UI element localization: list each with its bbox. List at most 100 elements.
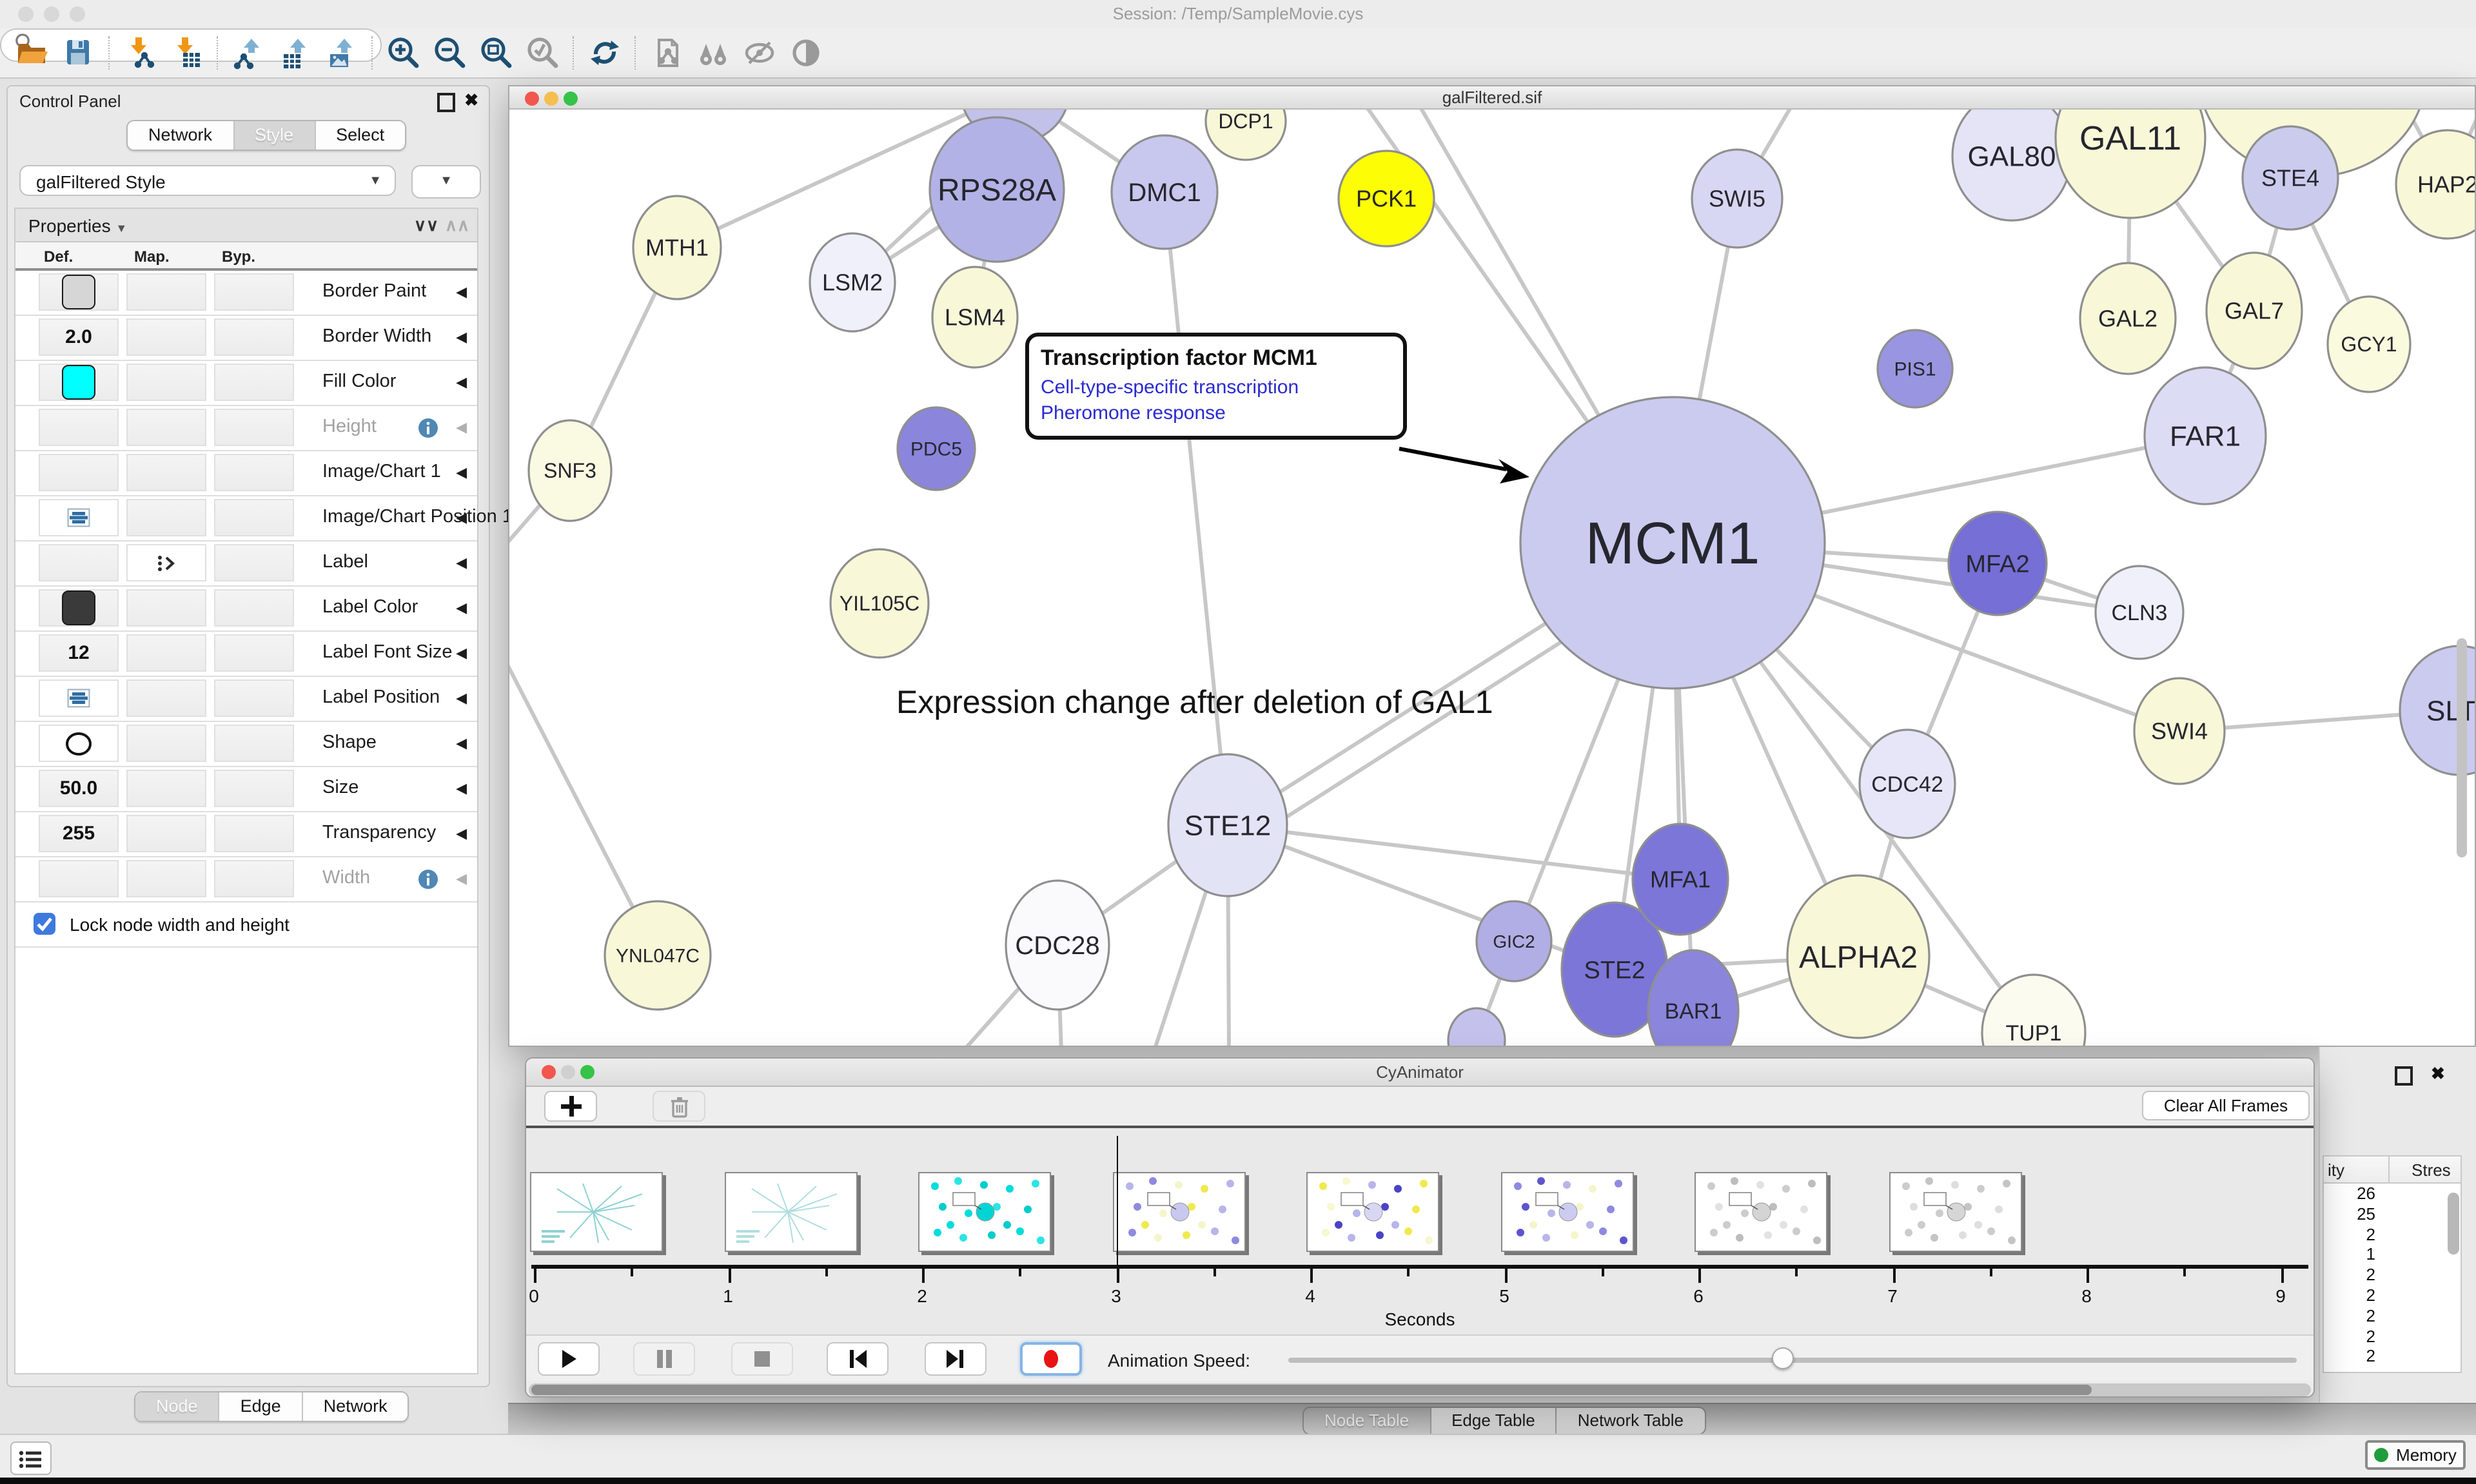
mapping-cell[interactable]	[126, 364, 206, 401]
bypass-cell[interactable]	[214, 634, 294, 672]
property-row-transparency[interactable]: 255Transparency◀	[15, 812, 477, 857]
frame-thumbnail-7[interactable]	[1889, 1172, 2021, 1252]
style-selector[interactable]: galFiltered Style ▼	[19, 165, 396, 196]
lock-checkbox[interactable]	[34, 913, 55, 935]
delete-frame-button[interactable]	[653, 1091, 705, 1122]
expand-row-icon[interactable]: ◀	[456, 554, 467, 571]
table-cell-value[interactable]: 2	[2324, 1265, 2461, 1285]
expand-row-icon[interactable]: ◀	[456, 600, 467, 616]
table-body[interactable]: 26252122222	[2323, 1184, 2462, 1373]
default-value-cell[interactable]	[39, 679, 119, 717]
mapping-cell[interactable]	[126, 544, 206, 581]
maximize-window-icon[interactable]	[564, 91, 578, 105]
mapping-cell[interactable]	[126, 679, 206, 717]
expand-row-icon[interactable]: ◀	[456, 825, 467, 842]
expand-row-icon[interactable]: ◀	[456, 284, 467, 300]
table-cell-value[interactable]: 2	[2324, 1224, 2461, 1245]
table-cell-value[interactable]: 25	[2324, 1204, 2461, 1225]
zoom-selected-button[interactable]	[524, 35, 562, 71]
export-table-button[interactable]	[276, 35, 315, 71]
zoom-in-button[interactable]	[384, 35, 423, 71]
zoom-fit-button[interactable]	[477, 35, 516, 71]
default-value-cell[interactable]	[39, 499, 119, 536]
mapping-cell[interactable]	[126, 273, 206, 311]
close-window-icon[interactable]	[525, 91, 539, 105]
bypass-cell[interactable]	[214, 589, 294, 627]
mapping-cell[interactable]	[126, 318, 206, 356]
tab-network[interactable]: Network	[128, 121, 234, 150]
float-panel-icon[interactable]	[2395, 1066, 2413, 1086]
expand-row-icon[interactable]: ◀	[456, 690, 467, 707]
tab-select[interactable]: Select	[315, 121, 405, 150]
import-network-button[interactable]	[121, 35, 160, 71]
import-table-button[interactable]	[168, 35, 206, 71]
bypass-cell[interactable]	[214, 544, 294, 581]
expand-row-icon[interactable]: ◀	[456, 509, 467, 526]
lock-size-row[interactable]: Lock node width and height	[15, 903, 477, 948]
table-cell-value[interactable]: 1	[2324, 1245, 2461, 1265]
collapse-all-icon[interactable]: ∧∧	[445, 215, 469, 236]
maximize-window-icon[interactable]	[70, 6, 85, 22]
export-network-button[interactable]	[230, 35, 268, 71]
open-session-button[interactable]	[13, 35, 52, 71]
default-value-cell[interactable]: 50.0	[39, 770, 119, 807]
float-panel-icon[interactable]	[437, 93, 455, 112]
mapping-cell[interactable]	[126, 815, 206, 852]
frame-thumbnail-6[interactable]	[1695, 1172, 1827, 1252]
property-row-image-chart-position-1[interactable]: Image/Chart Position 1◀	[15, 496, 477, 542]
property-row-label-font-size[interactable]: 12Label Font Size◀	[15, 632, 477, 677]
export-image-button[interactable]	[322, 35, 361, 71]
bypass-cell[interactable]	[214, 815, 294, 852]
record-button[interactable]	[1020, 1342, 1082, 1376]
table-cell-value[interactable]: 26	[2324, 1184, 2461, 1204]
mapping-cell[interactable]	[126, 589, 206, 627]
mapping-cell[interactable]	[126, 634, 206, 672]
frame-thumbnail-5[interactable]	[1500, 1172, 1633, 1252]
bypass-cell[interactable]	[214, 725, 294, 762]
frame-thumbnail-3[interactable]	[1112, 1172, 1245, 1252]
default-value-cell[interactable]: 255	[39, 815, 119, 852]
speed-slider-handle[interactable]	[1772, 1347, 1794, 1369]
property-row-image-chart-1[interactable]: Image/Chart 1◀	[15, 451, 477, 496]
mapping-cell[interactable]	[126, 454, 206, 491]
network-vertical-scrollbar[interactable]	[2457, 638, 2467, 857]
annotation-box[interactable]: Transcription factor MCM1 Cell-type-spec…	[1025, 333, 1407, 439]
expand-row-icon[interactable]: ◀	[456, 329, 467, 346]
network-node-smallclip[interactable]	[1448, 1008, 1505, 1046]
bypass-cell[interactable]	[214, 860, 294, 897]
table-cell-value[interactable]: 2	[2324, 1347, 2461, 1367]
timeline-scrollbar-thumb[interactable]	[531, 1385, 2092, 1395]
tab-edge[interactable]: Edge	[220, 1392, 303, 1421]
network-edge[interactable]	[1164, 192, 1228, 825]
playhead[interactable]	[1116, 1136, 1118, 1267]
mapping-cell[interactable]	[126, 725, 206, 762]
next-frame-button[interactable]	[925, 1342, 987, 1376]
close-window-icon[interactable]	[18, 6, 34, 22]
default-value-cell[interactable]	[39, 860, 119, 897]
table-cell-value[interactable]: 2	[2324, 1306, 2461, 1327]
bypass-cell[interactable]	[214, 454, 294, 491]
expand-all-icon[interactable]: ∨∨	[414, 215, 438, 236]
tab-edge-table[interactable]: Edge Table	[1431, 1408, 1557, 1434]
bypass-cell[interactable]	[214, 499, 294, 536]
default-value-cell[interactable]	[39, 454, 119, 491]
maximize-window-icon[interactable]	[580, 1065, 594, 1079]
bypass-cell[interactable]	[214, 770, 294, 807]
expand-row-icon[interactable]: ◀	[456, 419, 467, 436]
add-frame-button[interactable]	[544, 1091, 597, 1122]
property-row-fill-color[interactable]: Fill Color◀	[15, 361, 477, 406]
annotation-link-1[interactable]: Cell-type-specific transcription	[1041, 375, 1391, 401]
close-panel-icon[interactable]: ✖	[464, 92, 478, 108]
default-value-cell[interactable]: 12	[39, 634, 119, 672]
tab-style[interactable]: Style	[234, 121, 315, 150]
bypass-cell[interactable]	[214, 409, 294, 446]
expand-row-icon[interactable]: ◀	[456, 735, 467, 752]
bypass-cell[interactable]	[214, 679, 294, 717]
copy-document-button[interactable]	[647, 35, 686, 71]
default-value-cell[interactable]	[39, 725, 119, 762]
frame-thumbnail-0[interactable]	[530, 1172, 663, 1252]
property-row-border-paint[interactable]: Border Paint◀	[15, 271, 477, 316]
bypass-cell[interactable]	[214, 364, 294, 401]
timeline[interactable]: 0123456789 Seconds	[526, 1128, 2314, 1334]
show-eye-button[interactable]	[787, 35, 825, 71]
